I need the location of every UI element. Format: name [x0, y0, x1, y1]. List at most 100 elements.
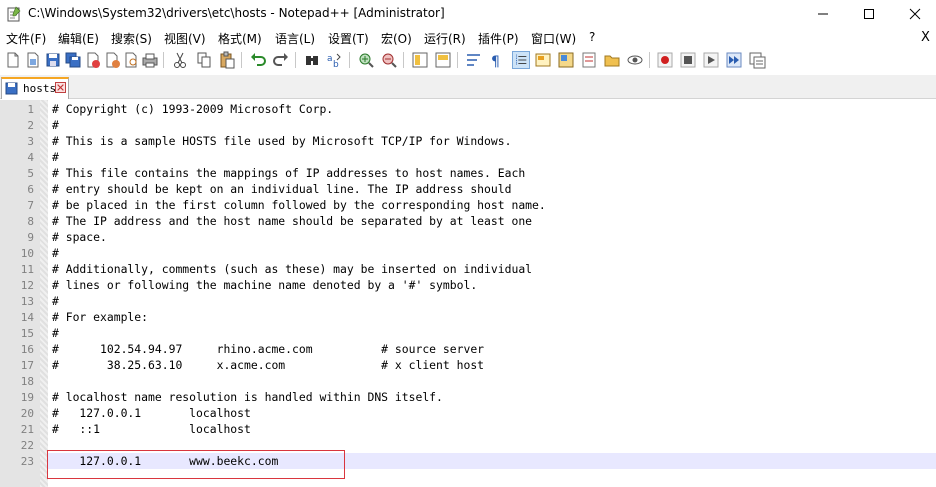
editor-line[interactable]: 6 # entry should be kept on an individual…	[0, 181, 936, 197]
editor-line[interactable]: 1 # Copyright (c) 1993-2009 Microsoft Cor…	[0, 101, 936, 117]
menu-macro[interactable]: 宏(O)	[381, 30, 412, 47]
text-editor[interactable]: 1 # Copyright (c) 1993-2009 Microsoft Cor…	[0, 100, 936, 487]
line-text[interactable]: # lines or following the machine name de…	[52, 278, 477, 292]
document-map-icon[interactable]	[557, 51, 575, 69]
line-text[interactable]: # This is a sample HOSTS file used by Mi…	[52, 134, 511, 148]
menu-edit[interactable]: 编辑(E)	[58, 30, 99, 47]
copy-icon[interactable]	[195, 51, 213, 69]
find-icon[interactable]	[303, 51, 321, 69]
editor-line[interactable]: 12 # lines or following the machine name …	[0, 277, 936, 293]
sync-vertical-icon[interactable]	[411, 51, 429, 69]
line-number: 8	[27, 215, 34, 228]
print-preview-icon[interactable]	[122, 51, 140, 69]
line-number: 16	[20, 343, 34, 356]
menu-window[interactable]: 窗口(W)	[531, 30, 576, 47]
editor-line[interactable]: 10 #	[0, 245, 936, 261]
replace-icon[interactable]: ab	[325, 51, 343, 69]
editor-line[interactable]: 9 # space.	[0, 229, 936, 245]
line-text[interactable]: # This file contains the mappings of IP …	[52, 166, 525, 180]
menu-search[interactable]: 搜索(S)	[111, 30, 152, 47]
window-title: C:\Windows\System32\drivers\etc\hosts - …	[28, 6, 445, 20]
redo-icon[interactable]	[272, 51, 290, 69]
editor-line[interactable]: 19 # localhost name resolution is handled…	[0, 389, 936, 405]
show-all-characters-icon[interactable]: ¶	[487, 51, 505, 69]
line-text[interactable]: # space.	[52, 230, 107, 244]
line-text[interactable]: # For example:	[52, 310, 148, 324]
editor-line[interactable]: 2 #	[0, 117, 936, 133]
line-number: 3	[27, 135, 34, 148]
line-number: 21	[20, 423, 34, 436]
line-number: 4	[27, 151, 34, 164]
menu-plugins[interactable]: 插件(P)	[478, 30, 519, 47]
zoom-in-icon[interactable]	[357, 51, 375, 69]
tab-close-icon[interactable]	[55, 82, 66, 93]
menu-file[interactable]: 文件(F)	[6, 30, 46, 47]
save-icon[interactable]	[44, 51, 62, 69]
editor-line[interactable]: 14 # For example:	[0, 309, 936, 325]
save-all-icon[interactable]	[64, 51, 82, 69]
line-text[interactable]: #	[52, 150, 59, 164]
folder-as-workspace-icon[interactable]	[603, 51, 621, 69]
line-text[interactable]: # 127.0.0.1 localhost	[52, 406, 251, 420]
zoom-out-icon[interactable]	[380, 51, 398, 69]
line-text[interactable]: #	[52, 294, 59, 308]
menu-run[interactable]: 运行(R)	[424, 30, 466, 47]
cut-icon[interactable]	[171, 51, 189, 69]
line-text[interactable]: # The IP address and the host name shoul…	[52, 214, 532, 228]
menu-help[interactable]: ?	[589, 30, 595, 44]
menu-view[interactable]: 视图(V)	[164, 30, 206, 47]
line-text[interactable]: # localhost name resolution is handled w…	[52, 390, 443, 404]
line-text[interactable]: # Additionally, comments (such as these)…	[52, 262, 532, 276]
function-list-icon[interactable]	[580, 51, 598, 69]
editor-line[interactable]: 5 # This file contains the mappings of IP…	[0, 165, 936, 181]
line-text[interactable]: # entry should be kept on an individual …	[52, 182, 511, 196]
line-number: 2	[27, 119, 34, 132]
tab-hosts[interactable]: hosts	[1, 77, 69, 99]
line-text[interactable]: # 102.54.94.97 rhino.acme.com # source s…	[52, 342, 484, 356]
menu-language[interactable]: 语言(L)	[275, 30, 315, 47]
maximize-button[interactable]	[846, 0, 892, 28]
stop-recording-icon[interactable]	[679, 51, 697, 69]
editor-line[interactable]: 4 #	[0, 149, 936, 165]
editor-line[interactable]: 20 # 127.0.0.1 localhost	[0, 405, 936, 421]
user-defined-language-icon[interactable]	[534, 51, 552, 69]
editor-line[interactable]: 16 # 102.54.94.97 rhino.acme.com # source…	[0, 341, 936, 357]
new-file-icon[interactable]	[4, 51, 22, 69]
line-text[interactable]: # 38.25.63.10 x.acme.com # x client host	[52, 358, 484, 372]
minimize-button[interactable]	[800, 0, 846, 28]
run-macro-multiple-icon[interactable]	[725, 51, 743, 69]
editor-line[interactable]: 3 # This is a sample HOSTS file used by M…	[0, 133, 936, 149]
indent-guide-icon[interactable]	[512, 51, 530, 69]
undo-icon[interactable]	[249, 51, 267, 69]
editor-line[interactable]: 15 #	[0, 325, 936, 341]
menu-settings[interactable]: 设置(T)	[328, 30, 369, 47]
paste-icon[interactable]	[218, 51, 236, 69]
print-icon[interactable]	[141, 51, 159, 69]
menu-format[interactable]: 格式(M)	[218, 30, 262, 47]
editor-line[interactable]: 8 # The IP address and the host name shou…	[0, 213, 936, 229]
editor-line[interactable]: 17 # 38.25.63.10 x.acme.com # x client ho…	[0, 357, 936, 373]
editor-line[interactable]: 21 # ::1 localhost	[0, 421, 936, 437]
line-text[interactable]: #	[52, 118, 59, 132]
annotation-highlight-box	[47, 450, 345, 479]
word-wrap-icon[interactable]	[465, 51, 483, 69]
playback-macro-icon[interactable]	[702, 51, 720, 69]
record-macro-icon[interactable]	[656, 51, 674, 69]
close-file-icon[interactable]	[84, 51, 102, 69]
close-window-button[interactable]	[892, 0, 936, 28]
save-macro-icon[interactable]	[748, 51, 766, 69]
editor-line[interactable]: 11 # Additionally, comments (such as thes…	[0, 261, 936, 277]
line-text[interactable]: # be placed in the first column followed…	[52, 198, 546, 212]
editor-line[interactable]: 13 #	[0, 293, 936, 309]
monitoring-icon[interactable]	[626, 51, 644, 69]
close-document-button[interactable]: X	[921, 30, 930, 45]
line-text[interactable]: #	[52, 246, 59, 260]
line-text[interactable]: # Copyright (c) 1993-2009 Microsoft Corp…	[52, 102, 333, 116]
editor-line[interactable]: 18	[0, 373, 936, 389]
close-all-icon[interactable]	[104, 51, 122, 69]
line-text[interactable]: #	[52, 326, 59, 340]
editor-line[interactable]: 7 # be placed in the first column followe…	[0, 197, 936, 213]
open-file-icon[interactable]	[24, 51, 42, 69]
sync-horizontal-icon[interactable]	[434, 51, 452, 69]
line-text[interactable]: # ::1 localhost	[52, 422, 251, 436]
